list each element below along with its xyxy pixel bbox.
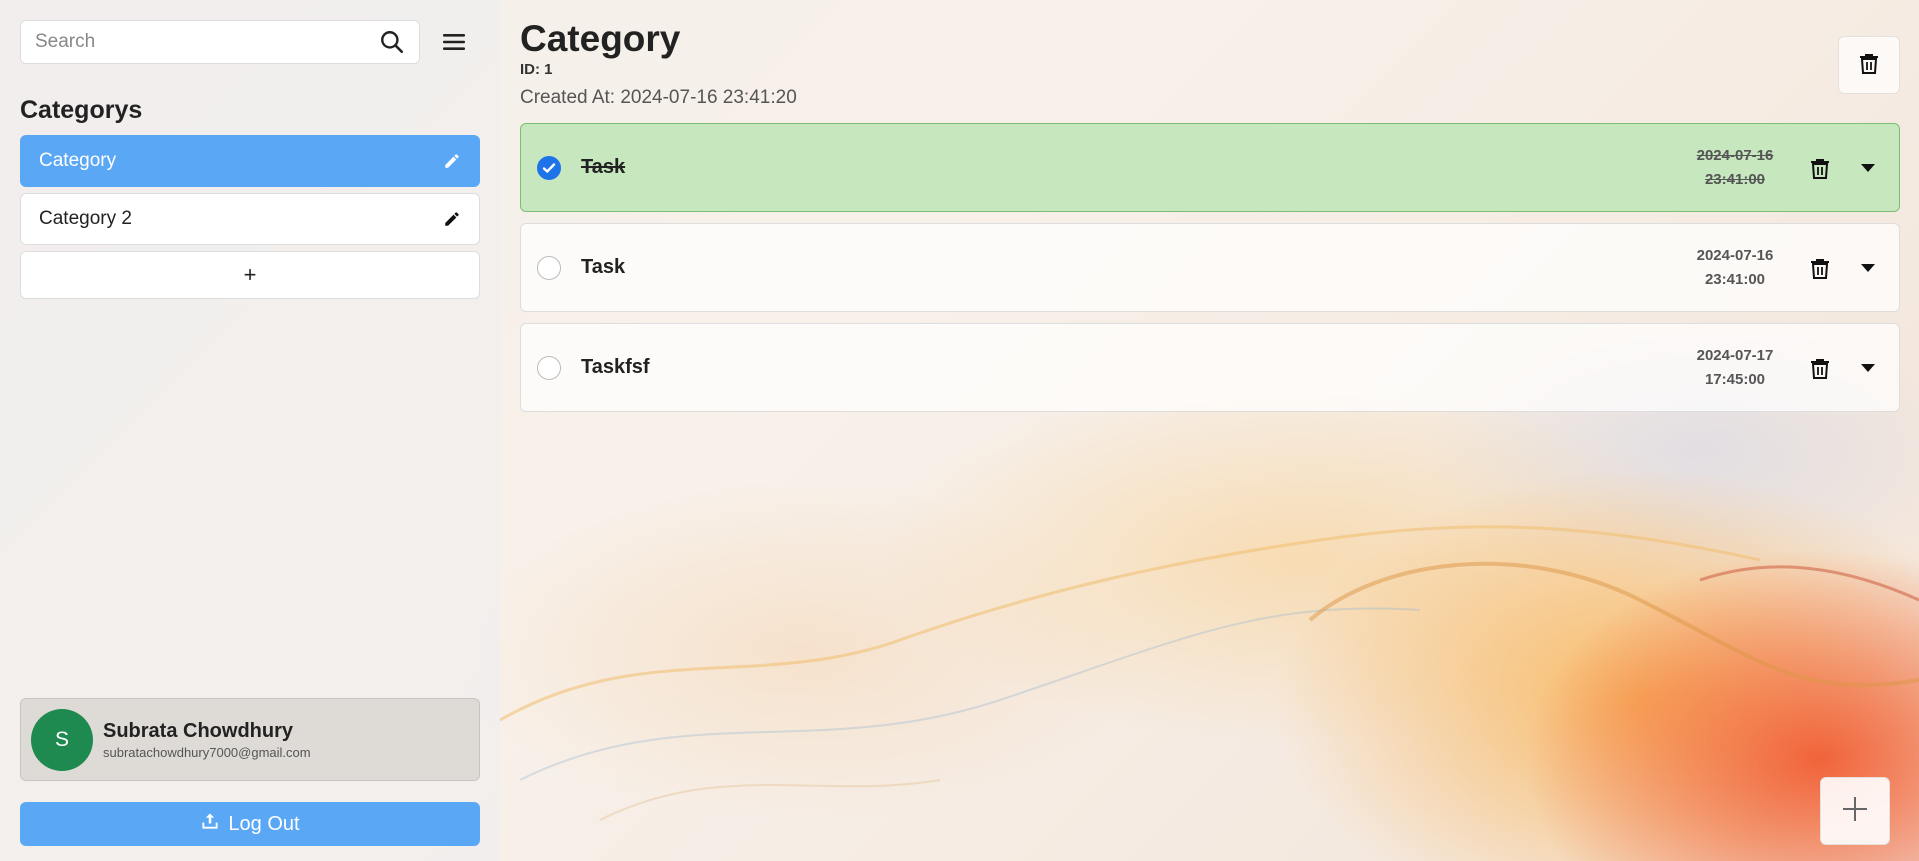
task-date: 2024-07-16	[1696, 246, 1774, 264]
user-info: Subrata Chowdhury subratachowdhury7000@g…	[103, 720, 311, 760]
task-checkbox[interactable]	[537, 255, 561, 280]
plus-icon	[1840, 794, 1870, 829]
task-title: Task	[581, 256, 626, 278]
page-title: Category	[520, 18, 681, 59]
trash-icon[interactable]	[1805, 353, 1835, 383]
pencil-icon[interactable]	[443, 152, 461, 170]
trash-icon[interactable]	[1805, 153, 1835, 183]
user-email: subratachowdhury7000@gmail.com	[103, 744, 311, 760]
delete-category-button[interactable]	[1838, 36, 1900, 94]
task-date: 2024-07-16	[1696, 146, 1774, 164]
search-row	[20, 20, 480, 64]
task-checkbox[interactable]	[537, 155, 561, 180]
task-time: 17:45:00	[1704, 370, 1766, 388]
avatar: S	[31, 708, 93, 771]
search-input[interactable]	[35, 31, 379, 53]
trash-icon	[1859, 52, 1879, 79]
trash-icon[interactable]	[1805, 253, 1835, 283]
upload-icon	[200, 811, 220, 837]
category-item-category[interactable]: Category	[20, 135, 480, 187]
add-category-button[interactable]: +	[20, 251, 480, 299]
user-name: Subrata Chowdhury	[103, 719, 294, 742]
chevron-down-icon[interactable]	[1853, 153, 1883, 183]
task-checkbox[interactable]	[537, 355, 561, 380]
pencil-icon[interactable]	[443, 210, 461, 228]
main-content: Category ID: 1 Created At: 2024-07-16 23…	[520, 0, 1900, 861]
chevron-down-icon[interactable]	[1853, 353, 1883, 383]
user-card: S Subrata Chowdhury subratachowdhury7000…	[20, 698, 480, 781]
logout-label: Log Out	[228, 812, 300, 835]
add-task-button[interactable]	[1820, 777, 1890, 845]
category-id: ID: 1	[520, 61, 553, 78]
categories-heading: Categorys	[20, 96, 143, 124]
task-time: 23:41:00	[1704, 270, 1766, 288]
search-icon[interactable]	[379, 29, 405, 55]
logout-button[interactable]: Log Out	[20, 802, 480, 846]
task-item[interactable]: Taskfsf 2024-07-17 17:45:00	[520, 323, 1900, 412]
created-at: Created At: 2024-07-16 23:41:20	[520, 87, 797, 108]
task-list: Task 2024-07-16 23:41:00 Task 2024-07-16…	[520, 123, 1900, 423]
checkmark-icon	[542, 162, 556, 173]
task-title: Task	[581, 156, 626, 178]
menu-icon[interactable]	[434, 22, 474, 62]
category-label: Category 2	[39, 208, 132, 229]
task-date: 2024-07-17	[1696, 346, 1774, 364]
task-datetime: 2024-07-17 17:45:00	[1685, 344, 1785, 392]
category-item-category-2[interactable]: Category 2	[20, 193, 480, 245]
search-box[interactable]	[20, 20, 420, 64]
category-label: Category	[39, 150, 117, 171]
task-item[interactable]: Task 2024-07-16 23:41:00	[520, 223, 1900, 312]
task-datetime: 2024-07-16 23:41:00	[1685, 144, 1785, 192]
task-time: 23:41:00	[1704, 170, 1766, 188]
task-item[interactable]: Task 2024-07-16 23:41:00	[520, 123, 1900, 212]
chevron-down-icon[interactable]	[1853, 253, 1883, 283]
task-datetime: 2024-07-16 23:41:00	[1685, 244, 1785, 292]
task-title: Taskfsf	[581, 356, 650, 378]
